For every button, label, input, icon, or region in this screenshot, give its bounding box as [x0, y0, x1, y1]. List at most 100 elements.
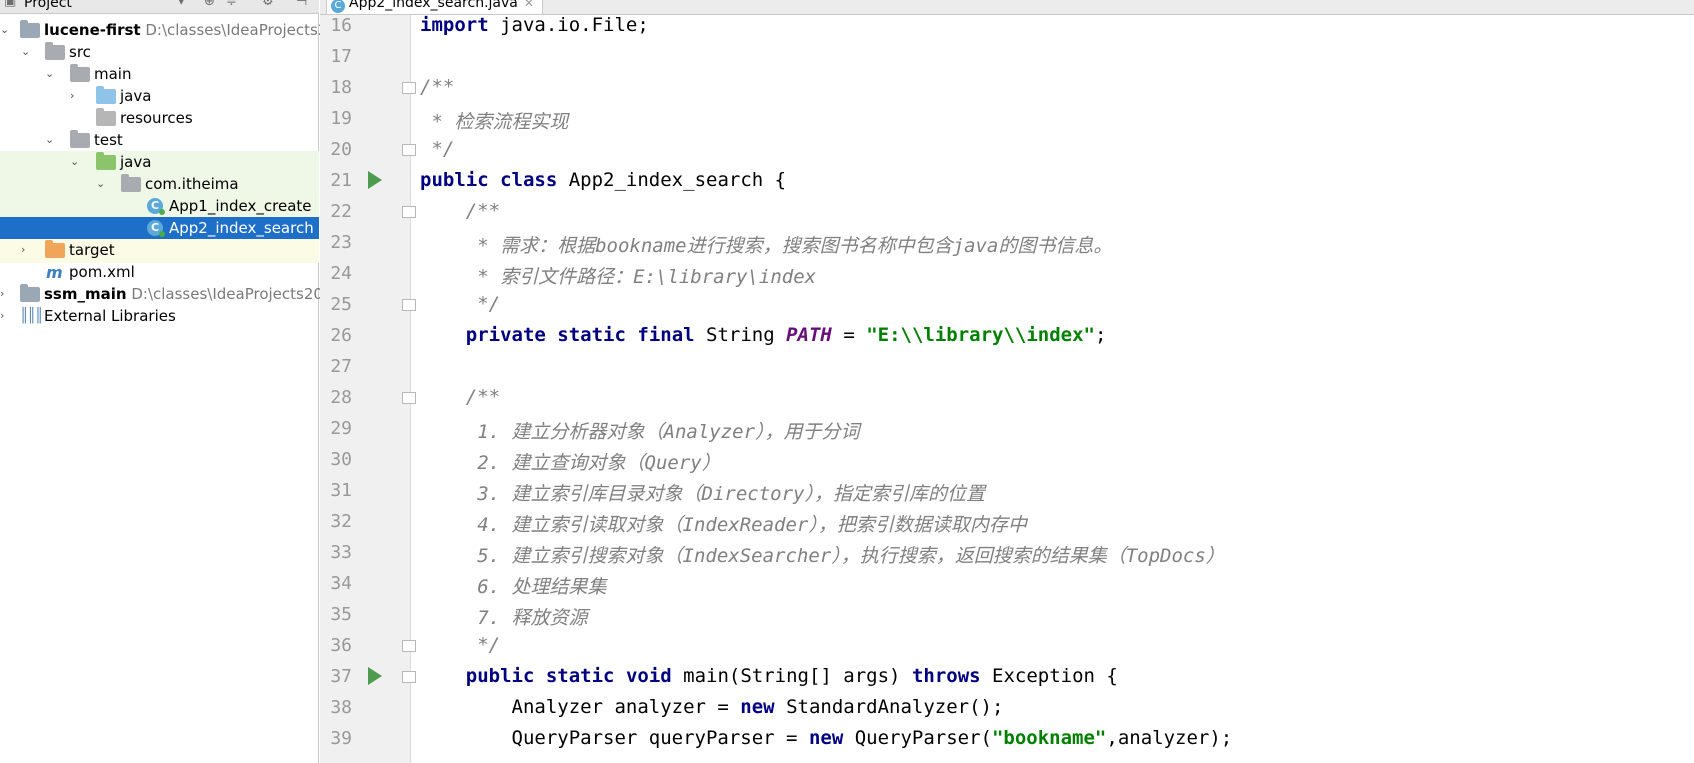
fold-marker-icon[interactable] — [402, 299, 416, 311]
code-token: final — [637, 324, 695, 346]
code-token: new — [808, 727, 844, 749]
chevron-down-icon[interactable]: ⌄ — [0, 23, 12, 39]
project-panel-header: ▣ Project ▾ ⊕ ≑ ⚙ ⊣ — [0, 0, 319, 14]
module-folder-icon — [20, 20, 40, 38]
source-folder-icon — [96, 86, 116, 104]
code-line-31: 3. 建立索引库目录对象（Directory），指定索引库的位置 — [420, 483, 985, 505]
code-line-37: public static void main(String[] args) t… — [420, 665, 1118, 687]
libraries-icon: ║║║ — [20, 308, 43, 324]
code-token: import — [420, 14, 489, 36]
fold-marker-icon[interactable] — [402, 82, 416, 94]
tree-item-label: src — [69, 43, 91, 61]
tree-item-pom[interactable]: m pom.xml — [0, 261, 319, 285]
tree-item-label: java — [120, 87, 152, 105]
tree-item-target[interactable]: › target — [0, 239, 319, 263]
tree-item-resources[interactable]: resources — [0, 107, 319, 131]
tree-item-label: App2_index_search — [169, 219, 314, 237]
chevron-down-icon[interactable]: ⌄ — [45, 133, 57, 149]
fold-marker-icon[interactable] — [402, 206, 416, 218]
run-class-icon[interactable] — [368, 171, 382, 189]
chevron-right-icon[interactable]: › — [21, 243, 33, 259]
run-main-icon[interactable] — [368, 667, 382, 685]
code-area[interactable] — [411, 0, 1694, 763]
code-line-29: 1. 建立分析器对象（Analyzer），用于分词 — [420, 421, 860, 443]
chevron-down-icon[interactable]: ⌄ — [70, 155, 82, 171]
tree-item-test-java[interactable]: ⌄ java — [0, 151, 319, 175]
tree-item-test[interactable]: ⌄ test — [0, 129, 319, 153]
code-line-28: /** — [420, 386, 501, 408]
code-line-16: import java.io.File; — [420, 14, 649, 36]
editor-tab-app2[interactable]: C App2_index_search.java ✕ — [326, 0, 543, 14]
line-number: 16 — [330, 15, 352, 36]
chevron-down-icon[interactable]: ⌄ — [21, 45, 33, 61]
chevron-down-icon[interactable]: ⌄ — [45, 67, 57, 83]
code-line-18: /** — [420, 76, 455, 98]
code-token: QueryParser queryParser = — [420, 727, 809, 749]
tree-item-ssm-main[interactable]: › ssm_main D:\classes\IdeaProjects201 — [0, 283, 332, 307]
code-line-36: */ — [420, 634, 501, 656]
line-number: 29 — [330, 418, 352, 439]
tree-item-lucene-first[interactable]: ⌄ lucene-first D:\classes\IdeaProjects20 — [0, 19, 337, 43]
code-line-24: * 索引文件路径：E:\library\index — [420, 266, 817, 288]
excluded-folder-icon — [45, 240, 65, 258]
code-token: private — [465, 324, 546, 346]
hide-panel-icon[interactable]: ⊣ — [296, 0, 307, 9]
code-line-35: 7. 释放资源 — [420, 607, 588, 629]
code-token: class — [500, 169, 558, 191]
tree-item-main-java[interactable]: › java — [0, 85, 319, 109]
fold-marker-icon[interactable] — [402, 671, 416, 683]
chevron-right-icon[interactable]: › — [0, 309, 12, 325]
code-token: App2_index_search { — [557, 169, 787, 191]
line-number: 39 — [330, 728, 352, 749]
java-class-icon: C — [147, 220, 165, 237]
code-line-19: * 检索流程实现 — [420, 111, 569, 133]
tree-item-path: D:\classes\IdeaProjects201 — [131, 285, 333, 303]
tree-item-label: resources — [120, 109, 193, 127]
line-number: 37 — [330, 666, 352, 687]
editor-tab-bar: C App2_index_search.java ✕ — [320, 0, 1694, 15]
code-token: Analyzer analyzer = — [420, 696, 741, 718]
fold-marker-icon[interactable] — [402, 640, 416, 652]
code-line-21: public class App2_index_search { — [420, 169, 786, 191]
java-class-icon: C — [331, 0, 345, 13]
chevron-down-icon[interactable]: ⌄ — [96, 177, 108, 193]
line-number: 26 — [330, 325, 352, 346]
code-token: static — [557, 324, 626, 346]
tree-item-label: test — [94, 131, 123, 149]
close-tab-icon[interactable]: ✕ — [524, 0, 534, 10]
tree-item-app2[interactable]: C App2_index_search — [0, 217, 319, 241]
tree-item-external-libraries[interactable]: › ║║║ External Libraries — [0, 305, 319, 329]
package-icon — [121, 174, 141, 192]
fold-marker-icon[interactable] — [402, 392, 416, 404]
code-line-38: Analyzer analyzer = new StandardAnalyzer… — [420, 696, 1004, 718]
tree-item-label: ssm_main — [44, 285, 127, 303]
chevron-right-icon[interactable]: › — [0, 287, 12, 303]
tree-item-src[interactable]: ⌄ src — [0, 41, 319, 65]
project-view-icon[interactable]: ▣ — [4, 0, 16, 9]
dropdown-icon[interactable]: ▾ — [178, 0, 185, 9]
tree-item-main[interactable]: ⌄ main — [0, 63, 319, 87]
fold-marker-icon[interactable] — [402, 144, 416, 156]
tree-item-app1[interactable]: C App1_index_create — [0, 195, 319, 219]
project-panel-title[interactable]: Project — [24, 0, 72, 11]
tree-item-path: D:\classes\IdeaProjects20 — [145, 21, 337, 39]
code-token: main(String[] args) — [671, 665, 912, 687]
test-folder-icon — [96, 152, 116, 170]
code-token: = — [831, 324, 867, 346]
locate-icon[interactable]: ⊕ — [204, 0, 215, 9]
code-token: java.io.File; — [488, 14, 649, 36]
folder-icon — [45, 42, 65, 60]
collapse-icon[interactable]: ≑ — [226, 0, 237, 9]
code-token: StandardAnalyzer(); — [774, 696, 1004, 718]
tree-item-label: lucene-first — [44, 21, 141, 39]
line-number: 31 — [330, 480, 352, 501]
code-line-26: private static final String PATH = "E:\\… — [420, 324, 1107, 346]
line-number: 25 — [330, 294, 352, 315]
code-token: PATH — [786, 324, 832, 346]
java-class-icon: C — [147, 198, 165, 215]
chevron-right-icon[interactable]: › — [70, 89, 82, 105]
code-token: ,analyzer); — [1106, 727, 1233, 749]
settings-gear-icon[interactable]: ⚙ — [262, 0, 274, 9]
tree-item-package[interactable]: ⌄ com.itheima — [0, 173, 319, 197]
code-line-23: * 需求：根据bookname进行搜索，搜索图书名称中包含java的图书信息。 — [420, 235, 1113, 257]
